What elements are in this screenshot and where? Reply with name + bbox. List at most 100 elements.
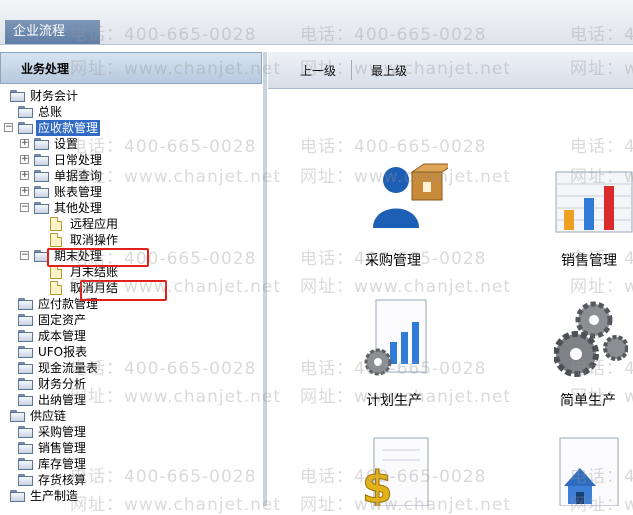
tree-item[interactable]: + 日常处理 — [0, 152, 262, 168]
tree-item-label: 出纳管理 — [38, 393, 87, 407]
panel-splitter[interactable] — [263, 52, 267, 506]
folder-icon — [10, 410, 26, 422]
tree-item[interactable]: 供应链 — [0, 408, 262, 424]
tree-item[interactable]: 存货核算 — [0, 472, 262, 488]
folder-icon — [18, 378, 34, 390]
folder-icon — [34, 170, 50, 182]
module-sales[interactable]: 销售管理 — [554, 170, 633, 274]
tree-item[interactable]: 采购管理 — [0, 424, 262, 440]
tree-item-label: 成本管理 — [38, 329, 87, 343]
panel-title: 业务处理 — [0, 52, 262, 84]
tree-item[interactable]: 现金流量表 — [0, 360, 262, 376]
tree-item[interactable]: 销售管理 — [0, 440, 262, 456]
expand-plus-icon[interactable]: + — [20, 139, 29, 148]
top-level-button[interactable]: 最上级 — [371, 62, 407, 79]
tree-item-label: 存货核算 — [38, 473, 87, 487]
folder-icon — [34, 138, 50, 150]
expand-plus-icon[interactable]: + — [20, 155, 29, 164]
purchase-icon — [373, 163, 448, 228]
folder-icon — [10, 490, 26, 502]
tree-item-label: 财务分析 — [38, 377, 87, 391]
tree-item[interactable]: 固定资产 — [0, 312, 262, 328]
tree-item-label: 单据查询 — [54, 169, 103, 183]
module-label: 采购管理 — [365, 253, 421, 269]
tree-item-label: 账表管理 — [54, 185, 103, 199]
folder-icon — [18, 298, 34, 310]
svg-text:$: $ — [362, 462, 393, 506]
tree-item[interactable]: 出纳管理 — [0, 392, 262, 408]
folder-icon — [18, 442, 34, 454]
folder-icon — [18, 426, 34, 438]
tree-item-label: 库存管理 — [38, 457, 87, 471]
sales-chart-icon — [555, 171, 633, 233]
tree-item[interactable]: + 单据查询 — [0, 168, 262, 184]
toolbar: 上一级 最上级 — [268, 52, 633, 89]
tree-item[interactable]: 成本管理 — [0, 328, 262, 344]
collapse-minus-icon[interactable]: − — [20, 251, 29, 260]
tree-item-label: 销售管理 — [38, 441, 87, 455]
module-purchase[interactable]: 采购管理 — [358, 162, 468, 272]
folder-icon — [18, 474, 34, 486]
up-one-level-button[interactable]: 上一级 — [300, 62, 336, 79]
tree-item-label: 供应链 — [30, 409, 67, 423]
module-plan-production[interactable]: 计划生产 — [362, 298, 462, 410]
folder-icon — [34, 154, 50, 166]
tree-item[interactable]: 财务分析 — [0, 376, 262, 392]
folder-icon — [18, 122, 34, 134]
module-simple-production[interactable]: 简单生产 — [554, 298, 633, 410]
folder-icon — [18, 362, 34, 374]
module-finance[interactable]: $ — [360, 436, 440, 506]
tree-item[interactable]: − 其他处理 — [0, 200, 262, 216]
dollar-document-icon: $ — [362, 437, 429, 506]
tree-item[interactable]: + 设置 — [0, 136, 262, 152]
document-icon — [50, 217, 62, 231]
document-icon — [50, 265, 62, 279]
folder-icon — [18, 314, 34, 326]
expand-plus-icon[interactable]: + — [20, 171, 29, 180]
folder-icon — [10, 90, 26, 102]
plan-production-icon — [364, 299, 427, 376]
toolbar-separator — [351, 60, 352, 80]
folder-icon — [18, 346, 34, 358]
tree-item[interactable]: 取消操作 — [0, 232, 262, 248]
module-label: 计划生产 — [366, 393, 422, 409]
tree-item[interactable]: 生产制造 — [0, 488, 262, 504]
module-label: 销售管理 — [561, 253, 617, 269]
tree-item-label: 取消操作 — [70, 233, 119, 247]
collapse-minus-icon[interactable]: − — [20, 203, 29, 212]
tree-item-label: 固定资产 — [38, 313, 87, 327]
tree-item-label: 总账 — [38, 105, 63, 119]
tree-item[interactable]: + 账表管理 — [0, 184, 262, 200]
highlight-box-cancel-month-close — [80, 280, 167, 301]
tab-enterprise-process[interactable]: 企业流程 — [5, 20, 100, 44]
tree-item[interactable]: 财务会计 — [0, 88, 262, 104]
folder-icon — [34, 186, 50, 198]
tree-item[interactable]: 总账 — [0, 104, 262, 120]
simple-production-gears-icon — [554, 301, 628, 377]
tree-item[interactable]: UFO报表 — [0, 344, 262, 360]
module-house[interactable] — [554, 436, 624, 506]
tree-item-label: 设置 — [54, 137, 79, 151]
house-icon — [559, 437, 619, 506]
tree-item-label: 日常处理 — [54, 153, 103, 167]
collapse-minus-icon[interactable]: − — [4, 123, 13, 132]
tree-item-label: 现金流量表 — [38, 361, 99, 375]
tree-item-label: UFO报表 — [38, 345, 88, 359]
module-label: 简单生产 — [560, 393, 616, 409]
business-tree-panel: 业务处理 财务会计总账 − 应收款管理 + 设置 + 日常处理 + 单据查询 + 账表管理 − 其他处理… — [0, 52, 267, 506]
tree-item-label: 远程应用 — [70, 217, 119, 231]
tree-item-label: 财务会计 — [30, 89, 79, 103]
folder-icon — [18, 106, 34, 118]
tree-item-label: 应收款管理 — [36, 120, 101, 136]
tree-item[interactable]: 远程应用 — [0, 216, 262, 232]
tree-item[interactable]: 库存管理 — [0, 456, 262, 472]
tree-item-label: 采购管理 — [38, 425, 87, 439]
expand-plus-icon[interactable]: + — [20, 187, 29, 196]
folder-icon — [18, 330, 34, 342]
document-icon — [50, 281, 62, 295]
tree-item-label: 其他处理 — [54, 201, 103, 215]
folder-icon — [34, 202, 50, 214]
tree-item[interactable]: − 应收款管理 — [0, 120, 262, 136]
folder-icon — [18, 394, 34, 406]
top-strip: 企业流程 — [0, 0, 633, 45]
